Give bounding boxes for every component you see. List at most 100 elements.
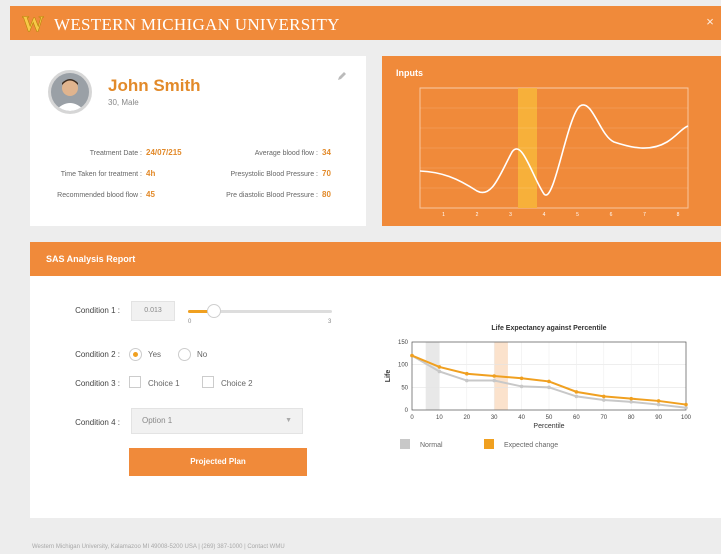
y-tick-label: 50 <box>401 385 408 391</box>
condition-2-label: Condition 2 : <box>75 350 120 359</box>
series-point <box>684 402 688 407</box>
x-tick-label: 20 <box>463 415 470 421</box>
inputs-card: Inputs 12345678 <box>382 56 721 226</box>
series-point <box>437 365 442 369</box>
legend-swatch <box>484 439 494 449</box>
series-point <box>602 398 606 402</box>
x-tick-label: 60 <box>573 415 580 421</box>
x-tick-label: 40 <box>518 415 525 421</box>
slider-min-label: 0 <box>188 319 192 325</box>
radio-yes[interactable] <box>129 348 142 361</box>
field-recommended-blood-flow: Recommended blood flow :45 <box>57 190 155 199</box>
slider-handle[interactable] <box>206 304 221 318</box>
series-point <box>437 369 442 374</box>
y-tick-label: 100 <box>398 363 409 369</box>
inputs-x-tick-label: 7 <box>643 212 646 218</box>
top-bar: W WESTERN MICHIGAN UNIVERSITY × <box>10 6 721 40</box>
series-point <box>519 384 524 389</box>
chart-band-normal <box>425 342 440 410</box>
series-point <box>465 378 469 383</box>
condition-4-value: Option 1 <box>142 416 173 425</box>
inputs-x-tick-label: 3 <box>509 212 512 218</box>
checkbox-choice-2-label: Choice 2 <box>221 379 253 388</box>
x-tick-label: 0 <box>410 415 414 421</box>
series-point <box>602 394 606 399</box>
slider-max-label: 3 <box>328 319 332 325</box>
series-point <box>492 378 496 383</box>
sas-analysis-report: SAS Analysis Report Condition 1 : 0.013 … <box>30 242 721 518</box>
inputs-x-tick-label: 2 <box>476 212 479 218</box>
condition-1-label: Condition 1 : <box>75 306 120 315</box>
condition-1-input[interactable]: 0.013 <box>131 301 175 321</box>
projected-plan-button[interactable]: Projected Plan <box>129 448 307 476</box>
x-tick-label: 90 <box>655 415 662 421</box>
x-tick-label: 50 <box>546 415 553 421</box>
series-point <box>656 399 661 403</box>
avatar <box>48 70 92 114</box>
chart-title: Life Expectancy against Percentile <box>491 325 606 332</box>
chevron-down-icon: ▼ <box>285 417 292 424</box>
series-point <box>656 402 661 407</box>
pencil-icon[interactable] <box>336 70 348 82</box>
legend-label: Expected change <box>504 442 558 449</box>
inputs-gridlines <box>420 87 688 189</box>
field-prediastolic-pressure: Pre diastolic Blood Pressure :80 <box>226 190 331 199</box>
legend-swatch <box>400 439 410 449</box>
field-treatment-date: Treatment Date :24/07/215 <box>89 148 182 157</box>
x-tick-label: 70 <box>600 415 607 421</box>
wmu-logo[interactable]: W <box>22 11 44 35</box>
condition-1-slider[interactable] <box>188 304 332 318</box>
x-tick-label: 10 <box>436 415 443 421</box>
series-point <box>629 396 633 401</box>
series-point <box>574 394 579 399</box>
condition-4-label: Condition 4 : <box>75 418 120 427</box>
legend-label: Normal <box>420 442 443 449</box>
x-tick-label: 80 <box>628 415 635 421</box>
inputs-x-tick-label: 4 <box>543 212 546 218</box>
condition-4-select[interactable]: Option 1 ▼ <box>131 408 303 434</box>
y-axis-label: Life <box>385 370 392 383</box>
condition-3-label: Condition 3 : <box>75 379 120 388</box>
radio-no-label: No <box>197 350 208 359</box>
x-axis-label: Percentile <box>533 423 564 430</box>
checkbox-choice-1-label: Choice 1 <box>148 379 180 388</box>
life-expectancy-chart: Life Expectancy against Percentile050100… <box>385 325 692 449</box>
radio-no[interactable] <box>178 348 191 361</box>
series-point <box>492 374 496 378</box>
inputs-x-tick-label: 1 <box>442 212 445 218</box>
series-point <box>547 385 551 390</box>
avatar-photo <box>51 73 89 111</box>
series-point <box>465 371 469 376</box>
x-tick-label: 30 <box>491 415 498 421</box>
series-point <box>519 376 524 381</box>
field-presystolic-pressure: Presystolic Blood Pressure :70 <box>230 169 331 178</box>
inputs-wave-line <box>419 104 689 196</box>
report-header: SAS Analysis Report <box>30 242 721 276</box>
checkbox-choice-2[interactable] <box>202 376 214 388</box>
footer: Western Michigan University, Kalamazoo M… <box>32 544 285 550</box>
series-point <box>629 400 633 404</box>
series-point <box>547 379 551 384</box>
svg-text:W: W <box>22 11 44 35</box>
radio-yes-label: Yes <box>148 350 162 359</box>
series-point <box>574 390 579 394</box>
patient-subtitle: 30, Male <box>108 98 139 107</box>
brand-name: WESTERN MICHIGAN UNIVERSITY <box>54 15 340 34</box>
field-average-blood-flow: Average blood flow :34 <box>254 148 331 157</box>
y-tick-label: 0 <box>405 408 409 414</box>
inputs-x-tick-label: 5 <box>576 212 579 218</box>
checkbox-choice-1[interactable] <box>129 376 141 388</box>
field-time-taken: Time Taken for treatment :4h <box>60 169 156 178</box>
inputs-x-ticks: 1 2 3 4 5 6 7 8 <box>442 212 680 218</box>
series-point <box>410 353 414 358</box>
close-icon[interactable]: × <box>703 15 717 29</box>
x-tick-label: 100 <box>681 415 692 421</box>
inputs-x-tick-label: 6 <box>610 212 613 218</box>
patient-name: John Smith <box>108 76 201 95</box>
report-title: SAS Analysis Report <box>46 254 136 264</box>
patient-profile-card: John Smith 30, Male Treatment Date :24/0… <box>30 56 366 226</box>
inputs-x-tick-label: 8 <box>677 212 680 218</box>
y-tick-label: 150 <box>398 340 409 346</box>
series-point <box>684 405 688 410</box>
inputs-wave-chart[interactable]: 1 2 3 4 5 6 7 8 <box>382 56 721 226</box>
